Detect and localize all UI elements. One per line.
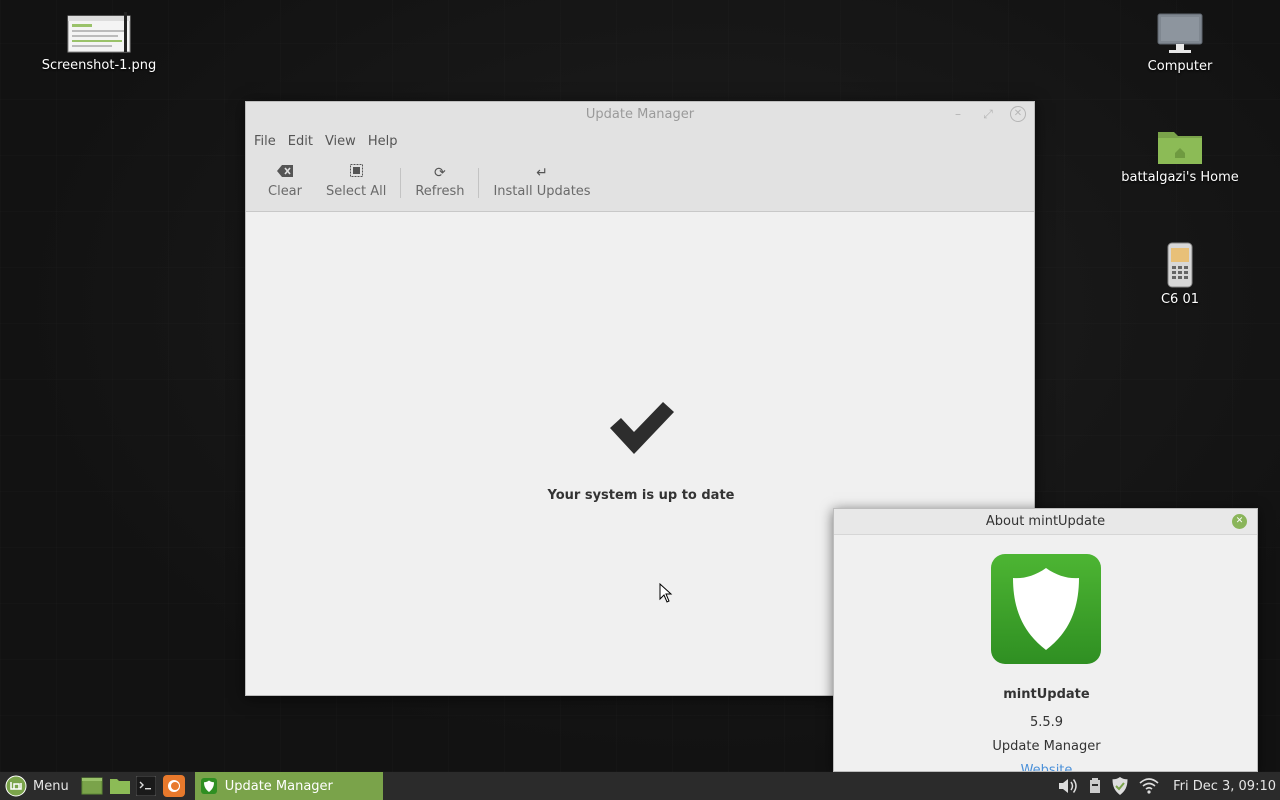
close-button[interactable]: ✕ bbox=[1010, 106, 1026, 122]
launcher-terminal[interactable] bbox=[135, 775, 157, 797]
checkmark-icon bbox=[610, 402, 674, 454]
wifi-icon[interactable] bbox=[1139, 778, 1159, 794]
taskbar-window-update-manager[interactable]: Update Manager bbox=[194, 772, 383, 800]
desktop-icon-label: battalgazi's Home bbox=[1121, 170, 1239, 185]
about-close-button[interactable]: ✕ bbox=[1232, 514, 1247, 529]
home-folder-icon bbox=[1158, 132, 1202, 164]
launcher-files[interactable] bbox=[109, 775, 131, 797]
select-all-label: Select All bbox=[326, 184, 387, 199]
window-controls: – ⤢ ✕ bbox=[950, 106, 1026, 122]
website-link[interactable]: Website bbox=[834, 763, 1257, 771]
toolbar: Clear Select All ⟳ Refresh ↵ Install Upd… bbox=[246, 154, 1034, 212]
volume-icon[interactable] bbox=[1057, 776, 1079, 796]
phone-icon bbox=[1167, 242, 1193, 288]
shield-icon bbox=[200, 778, 217, 794]
maximize-button[interactable]: ⤢ bbox=[980, 106, 996, 122]
terminal-icon bbox=[135, 776, 156, 796]
select-all-icon bbox=[349, 164, 363, 182]
refresh-icon: ⟳ bbox=[434, 165, 446, 181]
backspace-icon bbox=[277, 164, 293, 182]
minimize-button[interactable]: – bbox=[950, 106, 966, 122]
enter-icon: ↵ bbox=[536, 165, 548, 181]
menu-file[interactable]: File bbox=[248, 134, 282, 149]
show-desktop-icon bbox=[81, 777, 103, 795]
desktop-icon-label: Screenshot-1.png bbox=[41, 58, 157, 73]
window-titlebar[interactable]: Update Manager – ⤢ ✕ bbox=[246, 102, 1034, 128]
desktop-icon-phone[interactable]: C6 01 bbox=[1120, 242, 1240, 307]
clock[interactable]: Fri Dec 3, 09:10 bbox=[1173, 779, 1276, 794]
desktop-icon-label: C6 01 bbox=[1160, 292, 1200, 307]
about-version: 5.5.9 bbox=[1029, 715, 1064, 730]
desktop-icon-computer[interactable]: Computer bbox=[1120, 13, 1240, 74]
toolbar-separator bbox=[478, 168, 480, 198]
desktop-icon-screenshot[interactable]: Screenshot-1.png bbox=[39, 12, 159, 73]
about-dialog: About mintUpdate ✕ mintUpdate 5.5.9 Upda… bbox=[833, 508, 1258, 772]
clear-label: Clear bbox=[268, 184, 302, 199]
task-label: Update Manager bbox=[224, 778, 333, 794]
menu-button[interactable]: Menu bbox=[0, 772, 69, 800]
menu-help[interactable]: Help bbox=[362, 134, 404, 149]
firefox-icon bbox=[162, 775, 185, 797]
desktop-icon-home[interactable]: battalgazi's Home bbox=[1120, 126, 1240, 185]
about-titlebar[interactable]: About mintUpdate ✕ bbox=[834, 509, 1257, 535]
mouse-cursor-icon bbox=[659, 583, 673, 603]
folder-icon bbox=[109, 779, 130, 794]
battery-icon[interactable] bbox=[1089, 778, 1101, 794]
menu-view[interactable]: View bbox=[319, 134, 362, 149]
taskbar: Menu Update Manager Fri Dec 3, 09:10 bbox=[0, 772, 1280, 800]
select-all-button[interactable]: Select All bbox=[314, 164, 398, 199]
desktop-icon-label: Computer bbox=[1147, 59, 1213, 74]
launcher-firefox[interactable] bbox=[162, 775, 185, 797]
toolbar-separator bbox=[400, 168, 402, 198]
about-title: About mintUpdate bbox=[985, 514, 1106, 529]
window-title: Update Manager bbox=[585, 107, 695, 122]
about-description: Update Manager bbox=[992, 739, 1101, 754]
refresh-button[interactable]: ⟳ Refresh bbox=[403, 164, 476, 199]
install-updates-label: Install Updates bbox=[493, 184, 591, 199]
menu-edit[interactable]: Edit bbox=[282, 134, 319, 149]
launcher-show-desktop[interactable] bbox=[81, 775, 103, 797]
clear-button[interactable]: Clear bbox=[256, 164, 314, 199]
update-shield-icon[interactable] bbox=[1111, 776, 1129, 796]
menu-label: Menu bbox=[33, 778, 69, 794]
install-updates-button[interactable]: ↵ Install Updates bbox=[481, 164, 602, 199]
system-tray: Fri Dec 3, 09:10 bbox=[1057, 772, 1280, 800]
computer-icon bbox=[1157, 13, 1203, 53]
about-app-name: mintUpdate bbox=[1003, 687, 1090, 702]
mint-logo-icon bbox=[5, 775, 27, 797]
status-message: Your system is up to date bbox=[547, 488, 735, 503]
image-file-icon bbox=[67, 12, 131, 53]
refresh-label: Refresh bbox=[415, 184, 465, 199]
shield-icon bbox=[991, 554, 1101, 664]
menubar: File Edit View Help bbox=[246, 128, 1034, 154]
